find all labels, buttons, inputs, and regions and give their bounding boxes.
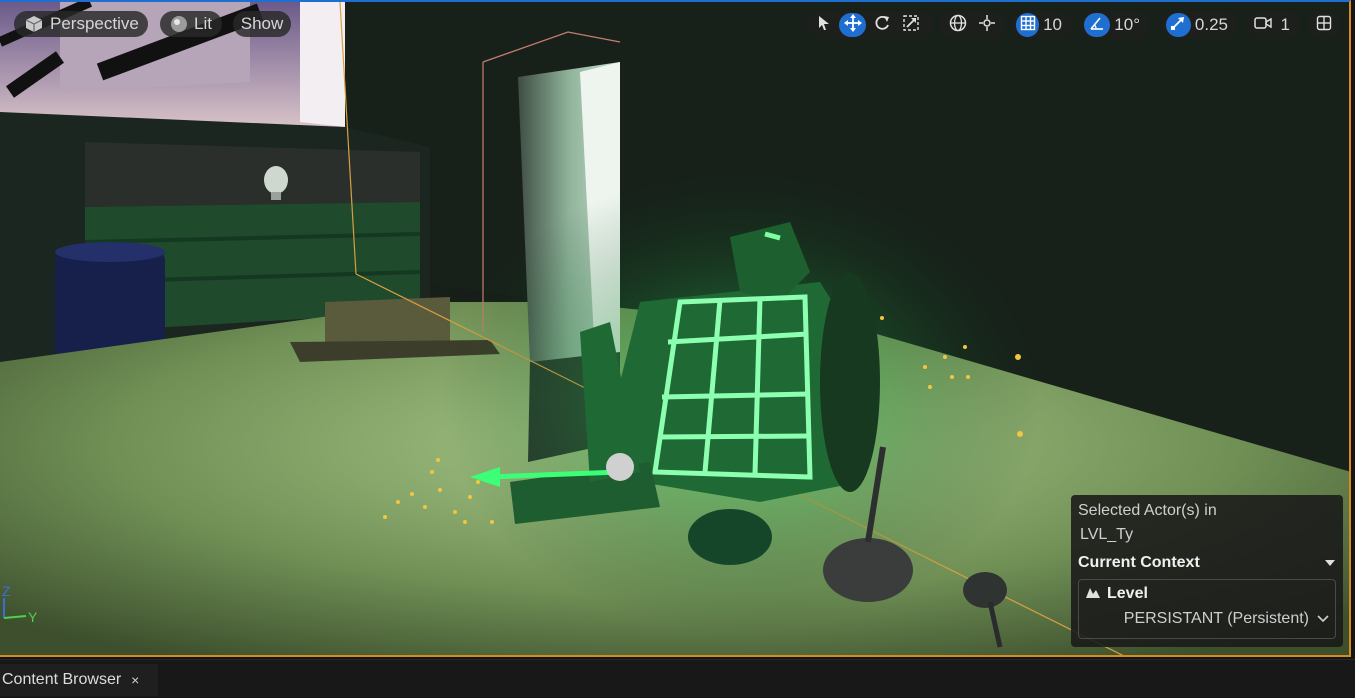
move-arrows-icon [843,13,862,37]
grid-snap-toggle[interactable] [1016,13,1040,37]
scale-icon [902,14,920,37]
camera-icon [1254,16,1272,35]
lighting-mode-label: Lit [194,14,212,33]
collapse-arrow-icon[interactable] [1324,554,1336,572]
cursor-icon [817,15,831,36]
perspective-cube-icon [24,14,44,34]
level-viewport[interactable]: Perspective Lit Show 10 10° 0.25 1 Selec… [0,0,1351,657]
bottom-drawer: Content Browser × [0,659,1355,698]
current-context-header[interactable]: Current Context [1078,551,1336,575]
rotate-tool-button[interactable] [868,13,895,37]
axis-indicator: Z Y [0,580,50,630]
chevron-down-icon[interactable] [1317,610,1329,628]
angle-icon [1089,15,1105,36]
transform-tools [806,11,934,39]
rotation-snap-value[interactable]: 10° [1112,15,1146,35]
level-name-label: LVL_Ty [1080,526,1134,543]
viewport-layout-group [1308,11,1340,39]
scale-tool-button[interactable] [897,13,924,37]
surface-snap-button[interactable] [973,13,1000,37]
globe-icon [949,14,967,37]
current-context-label: Current Context [1078,554,1200,571]
grid-snap-value[interactable]: 10 [1041,15,1068,35]
lit-sphere-icon [170,15,188,33]
lighting-mode-button[interactable]: Lit [160,11,222,37]
camera-speed-button[interactable] [1250,13,1277,37]
scale-snap-toggle[interactable] [1166,13,1191,37]
axis-y-label: Y [28,609,38,625]
level-icon [1085,585,1101,604]
scale-snap-group: 0.25 [1162,11,1238,39]
selection-context-panel: Selected Actor(s) in LVL_Ty Current Cont… [1071,495,1343,647]
show-button[interactable]: Show [233,11,291,37]
show-label: Show [240,14,284,33]
level-selector[interactable]: Level PERSISTANT (Persistent) [1078,579,1336,639]
rotation-snap-toggle[interactable] [1084,13,1111,37]
selected-actors-label: Selected Actor(s) in [1078,502,1217,519]
viewport-layout-button[interactable] [1312,13,1336,37]
camera-speed-value[interactable]: 1 [1279,15,1296,35]
content-browser-label: Content Browser [2,671,122,688]
translate-tool-button[interactable] [839,13,866,37]
coordinate-tools [940,11,1006,39]
grid-snap-group: 10 [1012,11,1072,39]
world-space-button[interactable] [944,13,971,37]
rotate-icon [873,14,891,37]
view-mode-button[interactable]: Perspective [14,11,148,37]
layout-grid-icon [1316,15,1332,36]
surface-snap-icon [978,14,996,37]
axis-z-label: Z [2,583,11,599]
grid-icon [1020,15,1036,36]
select-tool-button[interactable] [810,13,837,37]
tab-content-browser[interactable]: Content Browser × [0,664,158,696]
rotation-snap-group: 10° [1080,11,1150,39]
camera-speed-group: 1 [1246,11,1300,39]
close-icon[interactable]: × [131,672,139,688]
scale-snap-value[interactable]: 0.25 [1193,15,1234,35]
level-value: PERSISTANT (Persistent) [1123,610,1309,627]
level-label: Level [1107,585,1148,602]
view-mode-label: Perspective [50,14,139,33]
scale-arrow-icon [1170,15,1186,36]
